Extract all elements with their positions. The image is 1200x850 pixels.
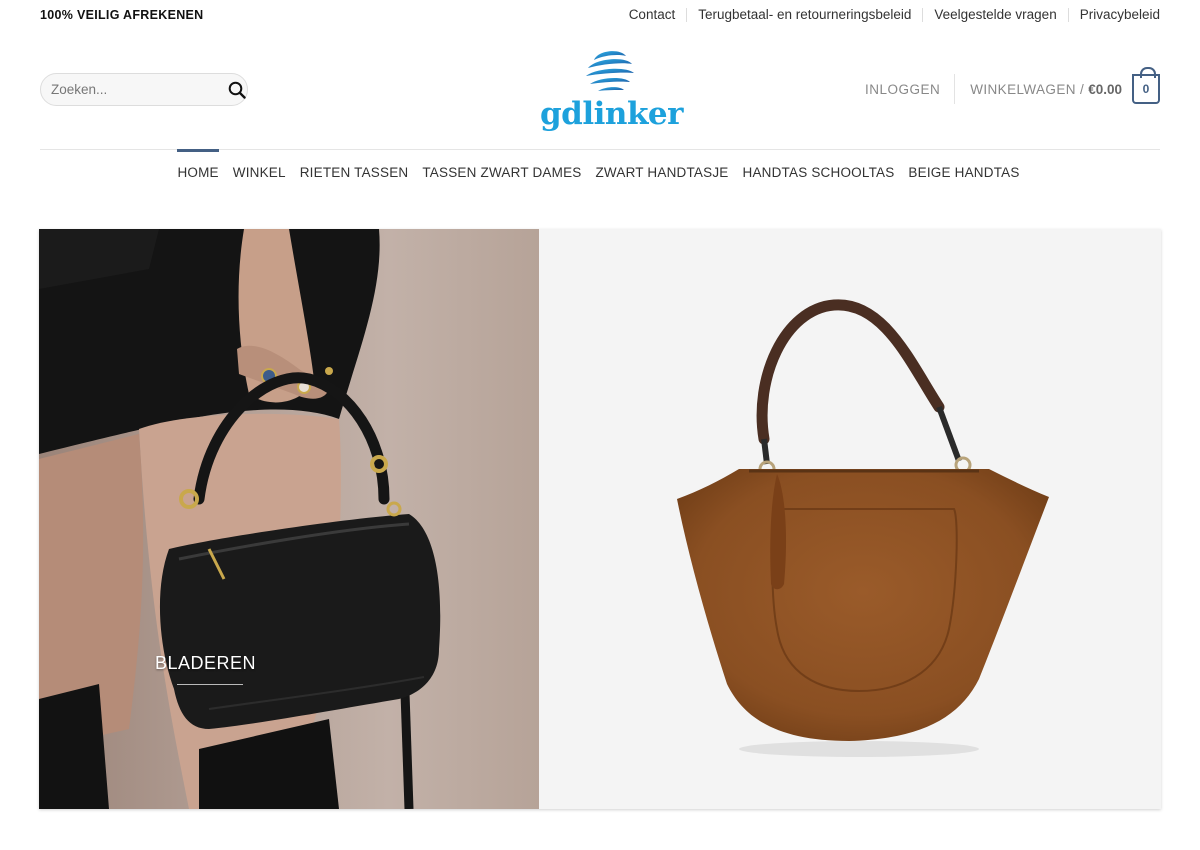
logo-text: gdlinker (540, 96, 683, 132)
search-form (40, 73, 248, 106)
refund-policy-link[interactable]: Terugbetaal- en retourneringsbeleid (686, 8, 922, 22)
search-input[interactable] (51, 82, 228, 97)
search-icon (228, 81, 246, 99)
secure-checkout-text: 100% VEILIG AFREKENEN (40, 8, 204, 22)
cart-icon[interactable]: 0 (1132, 67, 1160, 104)
top-bar: 100% VEILIG AFREKENEN Contact Terugbetaa… (40, 0, 1160, 30)
site-logo[interactable]: gdlinker (540, 46, 683, 136)
nav-item-tassen-zwart-dames[interactable]: TASSEN ZWART DAMES (422, 149, 581, 194)
brown-suede-bag-image[interactable] (539, 229, 1161, 809)
top-links: Contact Terugbetaal- en retourneringsbel… (618, 8, 1160, 22)
search-button[interactable] (228, 79, 246, 101)
black-handbag-image[interactable]: BLADEREN (39, 229, 539, 809)
cart-link[interactable]: WINKELWAGEN / (970, 82, 1084, 97)
cart-count: 0 (1142, 82, 1150, 96)
faq-link[interactable]: Veelgestelde vragen (922, 8, 1067, 22)
privacy-policy-link[interactable]: Privacybeleid (1067, 8, 1160, 22)
login-link[interactable]: INLOGGEN (865, 82, 954, 97)
browse-button[interactable]: BLADEREN (155, 653, 256, 674)
nav-item-winkel[interactable]: WINKEL (233, 149, 286, 194)
black-handbag-illustration (39, 229, 441, 809)
hero-banner: BLADEREN (39, 229, 1161, 809)
account-area: INLOGGEN WINKELWAGEN / €0.00 0 (865, 67, 1160, 105)
main-nav: HOME WINKEL RIETEN TASSEN TASSEN ZWART D… (40, 149, 1160, 195)
cart-amount: €0.00 (1088, 81, 1122, 97)
header-divider (954, 74, 956, 104)
header: gdlinker INLOGGEN WINKELWAGEN / €0.00 0 (40, 40, 1160, 140)
brown-suede-bag-illustration (677, 299, 1049, 757)
nav-item-handtas-schooltas[interactable]: HANDTAS SCHOOLTAS (743, 149, 895, 194)
globe-swirl-logo-icon (586, 51, 634, 91)
nav-item-home[interactable]: HOME (177, 149, 219, 194)
nav-item-beige-handtas[interactable]: BEIGE HANDTAS (908, 149, 1019, 194)
nav-item-zwart-handtasje[interactable]: ZWART HANDTASJE (595, 149, 728, 194)
nav-item-rieten-tassen[interactable]: RIETEN TASSEN (300, 149, 409, 194)
contact-link[interactable]: Contact (618, 8, 687, 22)
browse-underline (177, 684, 243, 685)
